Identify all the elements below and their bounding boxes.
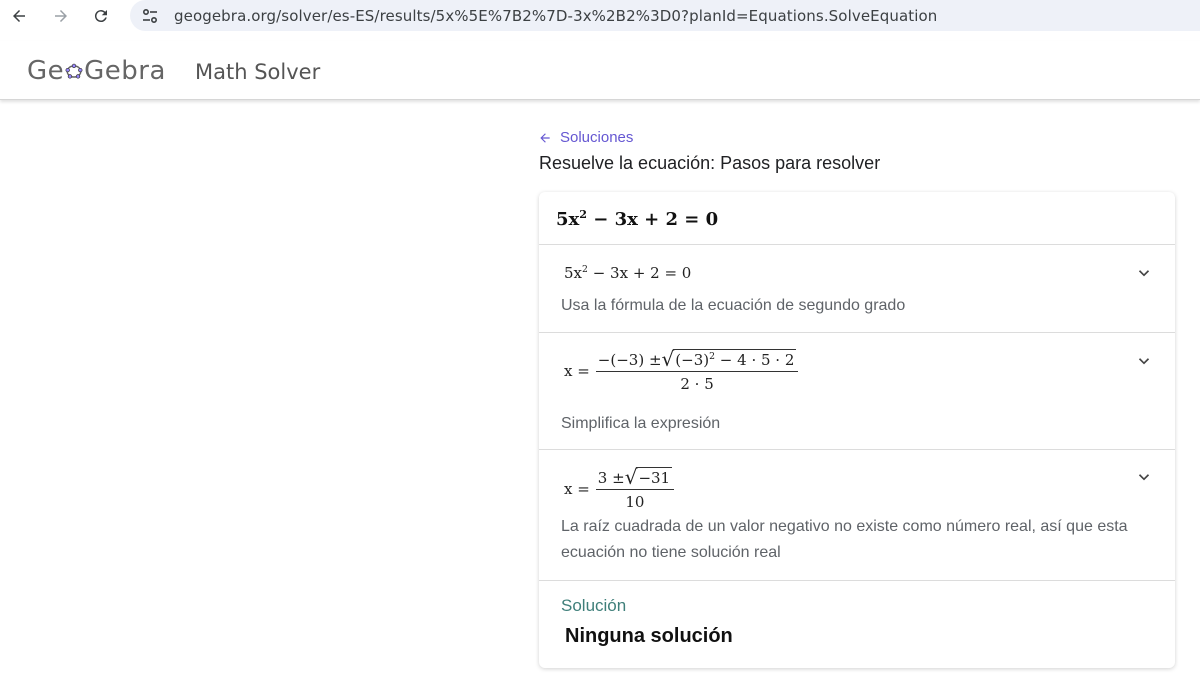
- solution-card: 5x2 − 3x + 2 = 0 5x2 − 3x + 2 = 0 Usa la…: [539, 192, 1175, 668]
- chevron-down-icon[interactable]: [1135, 468, 1153, 486]
- back-link-label: Soluciones: [560, 129, 634, 146]
- app-title: Math Solver: [195, 60, 321, 84]
- step-2-expression: x = −(−3) ± √ (−3)2 − 4 · 5 · 2 2 · 5: [564, 349, 799, 393]
- geogebra-logo[interactable]: Ge Gebra: [27, 56, 166, 86]
- geogebra-logo-icon: [65, 63, 83, 79]
- url-text[interactable]: geogebra.org/solver/es-ES/results/5x%5E%…: [174, 7, 937, 25]
- solution-label: Solución: [561, 596, 627, 615]
- step-2[interactable]: x = −(−3) ± √ (−3)2 − 4 · 5 · 2 2 · 5 Sim…: [539, 334, 1175, 450]
- address-bar[interactable]: geogebra.org/solver/es-ES/results/5x%5E%…: [130, 0, 1200, 31]
- equation-display: 5x2 − 3x + 2 = 0: [556, 208, 719, 230]
- chevron-down-icon[interactable]: [1135, 352, 1153, 370]
- step-1[interactable]: 5x2 − 3x + 2 = 0 Usa la fórmula de la ec…: [539, 246, 1175, 333]
- back-to-solutions-link[interactable]: Soluciones: [538, 129, 633, 146]
- logo-text-end: Gebra: [84, 56, 166, 86]
- solution-value: Ninguna solución: [565, 625, 733, 647]
- step-3[interactable]: x = 3 ± √ −31 10 La raíz cuadrada de un v…: [539, 451, 1175, 581]
- equation-header: 5x2 − 3x + 2 = 0: [539, 192, 1175, 245]
- reload-icon[interactable]: [88, 3, 114, 29]
- browser-toolbar: geogebra.org/solver/es-ES/results/5x%5E%…: [0, 0, 1200, 33]
- back-arrow-icon[interactable]: [6, 3, 32, 29]
- step-1-expression: 5x2 − 3x + 2 = 0: [564, 264, 692, 282]
- step-3-expression: x = 3 ± √ −31 10: [564, 467, 675, 511]
- page-title: Resuelve la ecuación: Pasos para resolve…: [539, 153, 881, 173]
- step-3-description: La raíz cuadrada de un valor negativo no…: [561, 518, 1128, 561]
- step-1-description: Usa la fórmula de la ecuación de segundo…: [561, 297, 906, 314]
- step-2-description: Simplifica la expresión: [561, 415, 721, 432]
- forward-arrow-icon[interactable]: [48, 3, 74, 29]
- chevron-down-icon[interactable]: [1135, 264, 1153, 282]
- app-header: Ge Gebra Math Solver: [0, 41, 1200, 100]
- arrow-left-icon: [540, 132, 550, 143]
- site-info-icon[interactable]: [140, 6, 160, 26]
- logo-text-start: Ge: [27, 56, 65, 86]
